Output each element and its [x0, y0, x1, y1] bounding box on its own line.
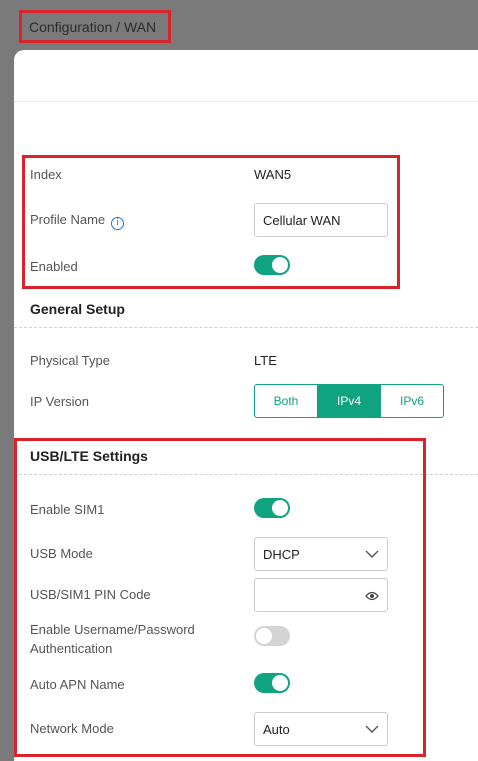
breadcrumb: Configuration / WAN — [19, 10, 171, 43]
ip-version-ipv4-button[interactable]: IPv4 — [318, 385, 381, 417]
highlight-box-basic — [22, 155, 400, 289]
general-setup-title: General Setup — [30, 301, 125, 317]
ip-version-both-button[interactable]: Both — [255, 385, 318, 417]
section-divider — [14, 327, 478, 328]
physical-type-label: Physical Type — [30, 353, 110, 368]
panel-header-divider — [14, 101, 478, 102]
ip-version-ipv6-button[interactable]: IPv6 — [381, 385, 443, 417]
physical-type-value: LTE — [254, 353, 277, 368]
ip-version-label: IP Version — [30, 394, 90, 409]
ip-version-segmented-control: Both IPv4 IPv6 — [254, 384, 444, 418]
breadcrumb-text: Configuration / WAN — [29, 18, 157, 35]
highlight-box-usb-lte — [14, 438, 426, 757]
